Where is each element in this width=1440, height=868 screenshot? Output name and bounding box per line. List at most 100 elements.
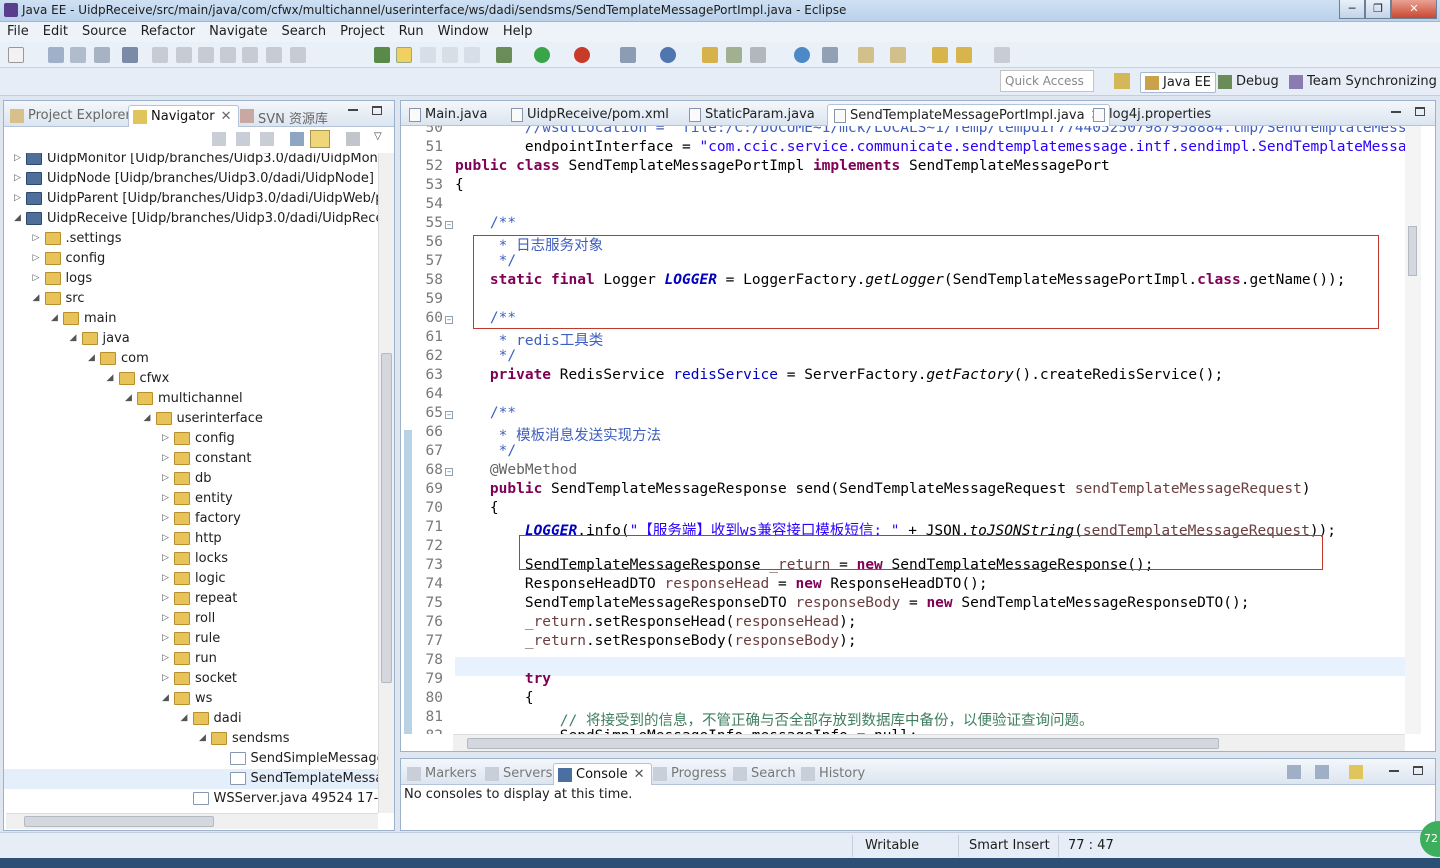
tree-vertical-scrollbar[interactable] — [378, 153, 394, 813]
globe-icon[interactable] — [794, 47, 810, 63]
collapsed-arrow-icon[interactable]: ▷ — [162, 654, 170, 663]
editor-scroll-thumb[interactable] — [1408, 226, 1417, 276]
block-selection-icon[interactable] — [442, 47, 458, 63]
collapsed-arrow-icon[interactable]: ▷ — [162, 594, 170, 603]
collapsed-arrow-icon[interactable]: ▷ — [33, 234, 41, 243]
menu-window[interactable]: Window — [431, 22, 496, 39]
up-nav-icon[interactable] — [260, 132, 274, 146]
tab-navigator[interactable]: Navigator ✕ — [128, 105, 239, 127]
fold-toggle-icon[interactable]: − — [445, 316, 453, 324]
tree-item[interactable]: ◢ ws — [4, 689, 378, 709]
expanded-arrow-icon[interactable]: ◢ — [181, 714, 189, 723]
run-icon[interactable] — [534, 47, 550, 63]
overview-ruler[interactable] — [1405, 126, 1421, 734]
menu-refactor[interactable]: Refactor — [134, 22, 203, 39]
expanded-arrow-icon[interactable]: ◢ — [51, 314, 59, 323]
tab-pom-xml[interactable]: UidpReceive/pom.xml — [505, 104, 677, 126]
code-line[interactable]: //wsdlLocation = "file:/C:/DOCUME~1/mck/… — [455, 126, 1405, 136]
step-over-icon[interactable] — [266, 47, 282, 63]
expanded-arrow-icon[interactable]: ◢ — [125, 394, 133, 403]
maximize-editor-icon[interactable] — [1415, 107, 1425, 116]
disconnect-icon[interactable] — [220, 47, 236, 63]
debug-icon[interactable] — [496, 47, 512, 63]
collapsed-arrow-icon[interactable]: ▷ — [162, 534, 170, 543]
tree-horizontal-scrollbar[interactable] — [6, 813, 378, 829]
code-line[interactable]: // 将接受到的信息，不管正确与否全部存放到数据库中备份，以便验证查询问题。 — [455, 709, 1094, 730]
fold-toggle-icon[interactable]: − — [445, 221, 453, 229]
perspective-debug[interactable]: Debug — [1214, 72, 1283, 93]
tree-item[interactable]: ◢ multichannel — [4, 389, 378, 409]
expanded-arrow-icon[interactable]: ◢ — [88, 354, 96, 363]
fold-toggle-icon[interactable]: − — [445, 411, 453, 419]
code-line[interactable]: /** — [455, 405, 516, 421]
code-area[interactable]: 50 //wsdlLocation = "file:/C:/DOCUME~1/m… — [401, 126, 1405, 734]
menu-project[interactable]: Project — [333, 22, 391, 39]
collapsed-arrow-icon[interactable]: ▷ — [162, 634, 170, 643]
tree-item[interactable]: SendTemplateMessagePortImpl.java — [4, 769, 378, 789]
tree-item[interactable]: ▷ UidpParent [Uidp/branches/Uidp3.0/dadi/… — [4, 189, 378, 209]
code-line[interactable]: @WebMethod — [455, 462, 577, 478]
tab-svn-repository[interactable]: SVN 资源库 — [236, 105, 334, 127]
tree-item[interactable]: ▷ config — [4, 429, 378, 449]
save-icon[interactable] — [48, 47, 64, 63]
expanded-arrow-icon[interactable]: ◢ — [199, 734, 207, 743]
tree-item[interactable]: ▷ db — [4, 469, 378, 489]
menu-edit[interactable]: Edit — [36, 22, 75, 39]
expanded-arrow-icon[interactable]: ◢ — [144, 414, 152, 423]
collapse-all-icon[interactable] — [290, 132, 304, 146]
tree-item[interactable]: ▷ rule — [4, 629, 378, 649]
tree-item[interactable]: ◢ com — [4, 349, 378, 369]
editor-horizontal-scrollbar[interactable] — [453, 734, 1405, 751]
code-line[interactable]: */ — [455, 348, 516, 364]
toggle-mark-occurrences-icon[interactable] — [396, 47, 412, 63]
close-window-button[interactable]: ✕ — [1391, 0, 1437, 19]
show-whitespace-icon[interactable] — [420, 47, 436, 63]
tab-log4j-properties[interactable]: log4j.properties — [1087, 104, 1219, 126]
collapsed-arrow-icon[interactable]: ▷ — [33, 254, 41, 263]
tab-markers[interactable]: Markers — [403, 763, 483, 785]
code-line[interactable]: ResponseHeadDTO responseHead = new Respo… — [455, 576, 988, 592]
tree-item[interactable]: ▷ entity — [4, 489, 378, 509]
code-line[interactable]: { — [455, 177, 464, 193]
tree-item[interactable]: ▷ locks — [4, 549, 378, 569]
code-line[interactable]: public SendTemplateMessageResponse send(… — [455, 481, 1311, 497]
collapsed-arrow-icon[interactable]: ▷ — [162, 554, 170, 563]
tab-main-java[interactable]: Main.java — [403, 104, 495, 126]
menu-run[interactable]: Run — [392, 22, 431, 39]
tree-item[interactable]: WSServer.java 49524 17-1-6 — [4, 789, 378, 809]
minimize-editor-icon[interactable] — [1391, 111, 1401, 113]
code-line[interactable]: * 模板消息发送实现方法 — [455, 424, 661, 445]
tree-item[interactable]: ▷ logs — [4, 269, 378, 289]
tab-project-explorer[interactable]: Project Explorer — [6, 105, 137, 127]
editor-hscroll-thumb[interactable] — [467, 738, 1219, 749]
menu-search[interactable]: Search — [274, 22, 333, 39]
maximize-button[interactable]: ❐ — [1365, 0, 1391, 19]
collapsed-arrow-icon[interactable]: ▷ — [162, 494, 170, 503]
pin-console-icon[interactable] — [1287, 765, 1301, 779]
fold-toggle-icon[interactable]: − — [445, 468, 453, 476]
forward-icon[interactable] — [994, 47, 1010, 63]
tree-item[interactable]: ▷ http — [4, 529, 378, 549]
tree-item[interactable]: ◢ main — [4, 309, 378, 329]
close-console-tab-icon[interactable]: ✕ — [634, 767, 645, 782]
collapsed-arrow-icon[interactable]: ▷ — [162, 674, 170, 683]
collapsed-arrow-icon[interactable]: ▷ — [162, 614, 170, 623]
perspective-team-synchronizing[interactable]: Team Synchronizing — [1285, 72, 1440, 93]
collapsed-arrow-icon[interactable]: ▷ — [33, 274, 41, 283]
tree-item[interactable]: ▷ .settings — [4, 229, 378, 249]
tree-item[interactable]: ◢ dadi — [4, 709, 378, 729]
code-line[interactable]: public class SendTemplateMessagePortImpl… — [455, 158, 1110, 174]
skip-breakpoints-icon[interactable] — [122, 47, 138, 63]
perspective-java-ee[interactable]: Java EE — [1140, 72, 1217, 93]
open-folder-icon[interactable] — [702, 47, 718, 63]
link-with-editor-icon[interactable] — [310, 130, 330, 148]
new-icon[interactable] — [8, 47, 24, 63]
tab-sendtemplatemessageportimpl-java[interactable]: SendTemplateMessagePortImpl.java✕ — [827, 104, 1111, 126]
step-into-icon[interactable] — [242, 47, 258, 63]
quick-access-input[interactable]: Quick Access — [1000, 70, 1094, 92]
tree-item[interactable]: ▷ factory — [4, 509, 378, 529]
back-icon[interactable] — [956, 47, 972, 63]
tree-item[interactable]: ▷ run — [4, 649, 378, 669]
new-server-icon[interactable] — [620, 47, 636, 63]
expanded-arrow-icon[interactable]: ◢ — [162, 694, 170, 703]
